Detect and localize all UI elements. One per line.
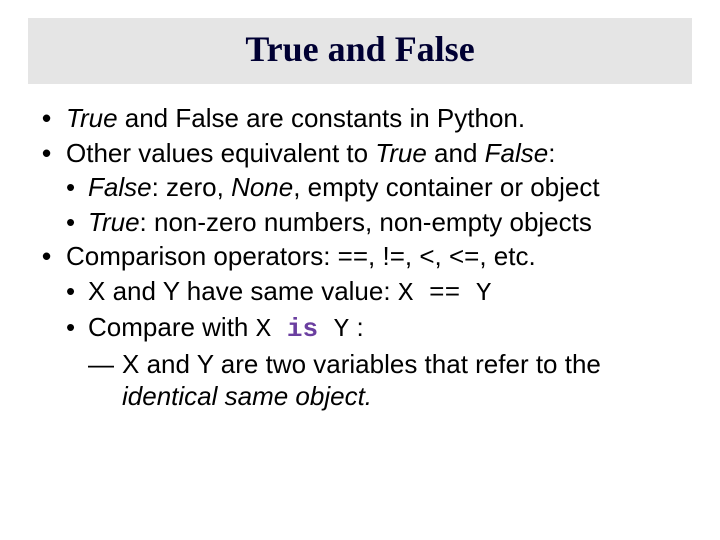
text: Other values equivalent to xyxy=(66,138,375,168)
bullet-comparison: Comparison operators: ==, !=, <, <=, etc… xyxy=(42,240,678,273)
code-y: Y xyxy=(318,314,349,344)
text: : xyxy=(548,138,555,168)
slide: True and False True and False are consta… xyxy=(0,0,720,540)
code-x: X xyxy=(256,314,287,344)
text: , empty container or object xyxy=(293,172,599,202)
bullet-eq-value: X and Y have same value: X == Y xyxy=(42,275,678,310)
text-false: False xyxy=(88,172,152,202)
bullet-false-equiv: False: zero, None, empty container or ob… xyxy=(42,171,678,204)
text: X and Y have same value: xyxy=(88,276,398,306)
text: and False are constants in Python. xyxy=(118,103,526,133)
bullet-is: Compare with X is Y : xyxy=(42,311,678,346)
text-true: True xyxy=(66,103,118,133)
slide-title: True and False xyxy=(28,28,692,70)
bullet-identical: X and Y are two variables that refer to … xyxy=(42,348,678,413)
text: X and Y are two variables that refer to … xyxy=(122,349,601,379)
title-bar: True and False xyxy=(28,18,692,84)
code-eq: X == Y xyxy=(398,278,492,308)
text-identical: identical same object. xyxy=(122,381,372,411)
text: : non-zero numbers, non-empty objects xyxy=(140,207,592,237)
text-false: False xyxy=(485,138,549,168)
bullet-equivalents: Other values equivalent to True and Fals… xyxy=(42,137,678,170)
text: : xyxy=(349,312,363,342)
text: Comparison operators: ==, !=, <, <=, etc… xyxy=(66,241,536,271)
text-true: True xyxy=(88,207,140,237)
text: : zero, xyxy=(152,172,231,202)
bullet-true-equiv: True: non-zero numbers, non-empty object… xyxy=(42,206,678,239)
text-true: True xyxy=(375,138,427,168)
slide-content: True and False are constants in Python. … xyxy=(28,102,692,413)
code-is: is xyxy=(287,314,318,344)
text: and xyxy=(427,138,485,168)
text-none: None xyxy=(231,172,293,202)
text: Compare with xyxy=(88,312,256,342)
bullet-constants: True and False are constants in Python. xyxy=(42,102,678,135)
